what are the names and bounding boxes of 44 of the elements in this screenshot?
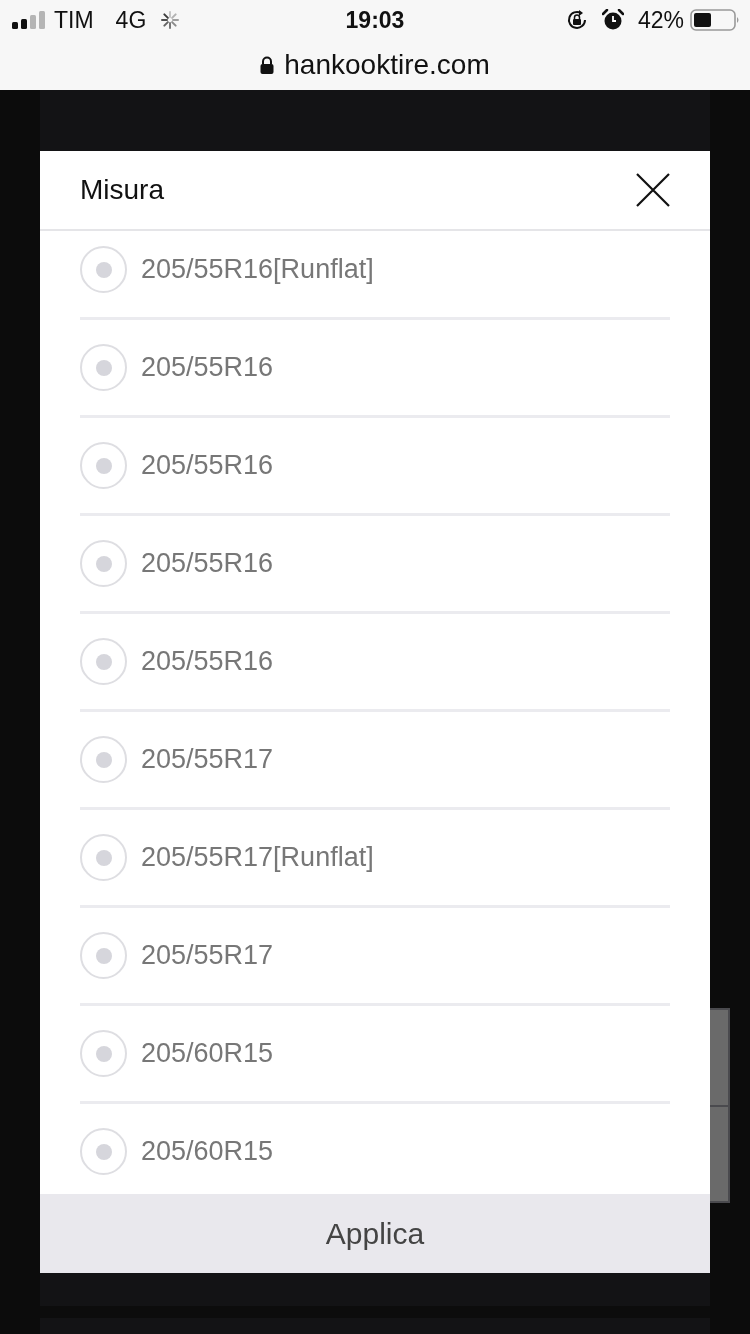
carrier-name: TIM [54,8,94,32]
size-label: 205/55R16[Runflat] [141,254,374,285]
size-label: 205/60R15 [141,1136,274,1167]
apply-button[interactable]: Applica [40,1194,710,1273]
orientation-lock-icon [565,9,588,31]
battery-icon [690,9,740,31]
radio-button[interactable] [80,540,127,587]
size-option[interactable]: 205/55R16 [80,614,670,712]
size-label: 205/55R16 [141,548,274,579]
lock-icon [260,56,275,74]
radio-button[interactable] [80,932,127,979]
radio-button[interactable] [80,834,127,881]
size-label: 205/55R17[Runflat] [141,842,374,873]
size-label: 205/55R16 [141,352,274,383]
size-option[interactable]: 205/55R16 [80,320,670,418]
size-label: 205/55R17 [141,744,274,775]
size-label: 205/55R16 [141,646,274,677]
radio-button[interactable] [80,1030,127,1077]
size-option[interactable]: 205/55R16 [80,516,670,614]
size-option[interactable]: 205/60R15 [80,1006,670,1104]
radio-button[interactable] [80,442,127,489]
radio-button[interactable] [80,344,127,391]
loading-spinner-icon [160,10,181,30]
close-icon [636,173,670,207]
signal-icon [12,11,46,29]
address-bar-url[interactable]: hankooktire.com [284,49,490,81]
alarm-clock-icon [601,9,624,31]
dialog-title: Misura [80,174,164,206]
close-button[interactable] [636,173,670,207]
size-option[interactable]: 205/55R16 [80,418,670,516]
radio-button[interactable] [80,638,127,685]
size-label: 205/60R15 [141,1038,274,1069]
radio-button[interactable] [80,1128,127,1175]
size-option[interactable]: 205/55R16[Runflat] [80,231,670,320]
size-label: 205/55R16 [141,450,274,481]
radio-button[interactable] [80,246,127,293]
network-type: 4G [115,8,147,32]
size-label: 205/55R17 [141,940,274,971]
clock-time: 19:03 [345,6,405,34]
size-option[interactable]: 205/55R17[Runflat] [80,810,670,908]
battery-percent: 42% [637,8,684,32]
size-option[interactable]: 205/55R17 [80,908,670,1006]
radio-button[interactable] [80,736,127,783]
size-option[interactable]: 205/55R17 [80,712,670,810]
